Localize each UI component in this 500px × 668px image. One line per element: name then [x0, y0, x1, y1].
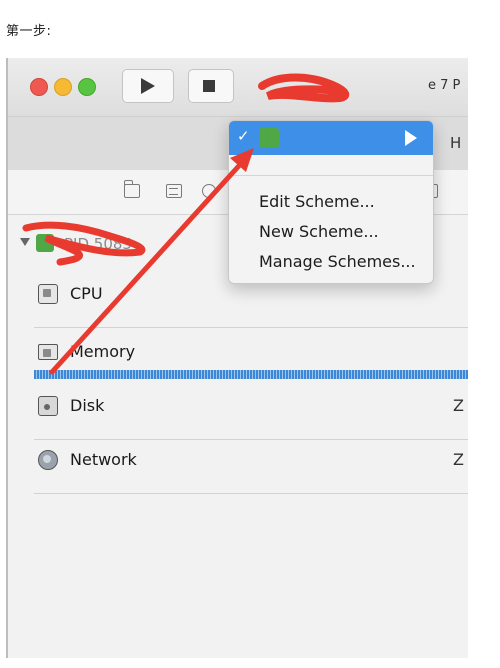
- app-icon: [36, 234, 54, 252]
- gauge-network[interactable]: Network Z: [34, 440, 468, 494]
- process-label: PID 5085: [64, 235, 132, 253]
- gauge-label: Disk: [70, 396, 105, 415]
- xcode-screenshot: e 7 P H PID 5085 CPU Memory Disk Z Netwo…: [6, 58, 468, 658]
- divider: [34, 493, 468, 494]
- window-toolbar: e 7 P: [8, 58, 468, 116]
- stop-icon: [203, 80, 215, 92]
- scheme-popup-menu: ✓ Edit Scheme... New Scheme... Manage Sc…: [228, 120, 434, 284]
- minimize-window-button[interactable]: [54, 78, 72, 96]
- app-icon: [259, 128, 279, 148]
- gauge-disk[interactable]: Disk Z: [34, 386, 468, 440]
- gauge-label: CPU: [70, 284, 103, 303]
- edit-scheme-menu-item[interactable]: Edit Scheme...: [259, 192, 375, 211]
- run-button[interactable]: [122, 69, 174, 103]
- manage-schemes-menu-item[interactable]: Manage Schemes...: [259, 252, 416, 271]
- network-icon: [38, 450, 58, 470]
- submenu-arrow-icon: [405, 130, 417, 146]
- gauge-label: Memory: [70, 342, 136, 361]
- memory-usage-bar: [34, 370, 468, 379]
- step-title: 第一步:: [6, 24, 52, 39]
- hierarchy-icon[interactable]: [166, 184, 182, 198]
- new-scheme-menu-item[interactable]: New Scheme...: [259, 222, 379, 241]
- folder-icon[interactable]: [124, 180, 140, 198]
- zoom-window-button[interactable]: [78, 78, 96, 96]
- divider: [34, 327, 468, 328]
- gauge-value: Z: [453, 450, 464, 469]
- checkmark-icon: ✓: [237, 127, 250, 145]
- close-window-button[interactable]: [30, 78, 48, 96]
- stop-button[interactable]: [188, 69, 234, 103]
- play-icon: [141, 78, 155, 94]
- search-icon[interactable]: [202, 184, 216, 198]
- current-scheme-item[interactable]: ✓: [229, 121, 433, 155]
- destination-device-label[interactable]: e 7 P: [428, 78, 460, 93]
- gauge-label: Network: [70, 450, 137, 469]
- cpu-icon: [38, 284, 58, 304]
- disclosure-triangle-icon[interactable]: [20, 238, 30, 246]
- menu-divider: [229, 175, 433, 176]
- tab-partial[interactable]: H: [450, 134, 461, 152]
- gauge-value: Z: [453, 396, 464, 415]
- disk-icon: [38, 396, 58, 416]
- memory-icon: [38, 344, 58, 360]
